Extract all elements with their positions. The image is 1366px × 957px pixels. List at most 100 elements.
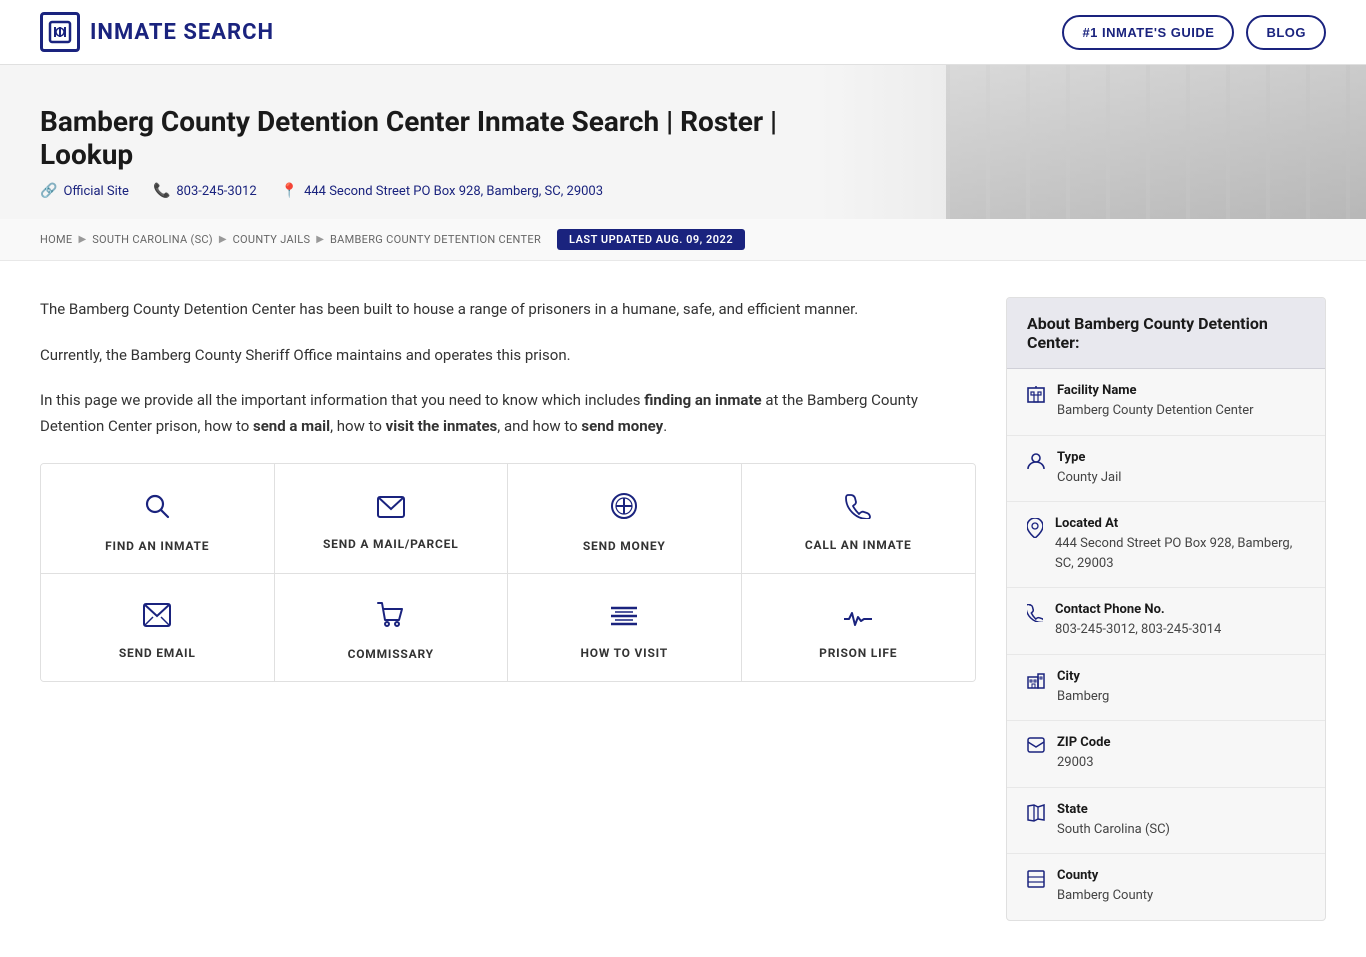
address-item: 📍 444 Second Street PO Box 928, Bamberg,… xyxy=(281,183,603,199)
action-call-inmate[interactable]: CALL AN INMATE xyxy=(742,464,976,574)
action-send-email[interactable]: SEND EMAIL xyxy=(41,574,275,681)
p3-bold4: send money xyxy=(581,417,663,435)
mail-icon xyxy=(377,495,405,525)
p3-before-bold1: In this page we provide all the importan… xyxy=(40,391,644,409)
type-value: County Jail xyxy=(1057,468,1121,488)
state-content: State South Carolina (SC) xyxy=(1057,802,1170,840)
city-label: City xyxy=(1057,669,1109,684)
location-icon: 📍 xyxy=(281,183,298,199)
phone-label: Contact Phone No. xyxy=(1055,602,1221,617)
p3-after-bold4: . xyxy=(663,417,667,435)
hero-meta: 🔗 Official Site 📞 803-245-3012 📍 444 Sec… xyxy=(40,183,1326,199)
sidebar-row-type: Type County Jail xyxy=(1007,436,1325,503)
intro-paragraph-3: In this page we provide all the importan… xyxy=(40,388,976,439)
link-icon: 🔗 xyxy=(40,183,57,199)
intro-paragraph-2: Currently, the Bamberg County Sheriff Of… xyxy=(40,343,976,369)
p3-between2-3: , how to xyxy=(330,417,386,435)
sidebar-phone-icon xyxy=(1027,604,1043,626)
type-label: Type xyxy=(1057,450,1121,465)
sidebar-row-location: Located At 444 Second Street PO Box 928,… xyxy=(1007,502,1325,588)
p3-bold3: visit the inmates xyxy=(386,417,498,435)
action-send-money[interactable]: SEND MONEY xyxy=(508,464,742,574)
county-icon xyxy=(1027,870,1045,892)
phone-call-icon xyxy=(845,493,871,526)
type-icon xyxy=(1027,452,1045,474)
find-inmate-label: FIND AN INMATE xyxy=(105,539,209,553)
sidebar-header: About Bamberg County Detention Center: xyxy=(1007,298,1325,369)
county-label: County xyxy=(1057,868,1153,883)
site-header: INMATE SEARCH #1 INMATE'S GUIDE BLOG xyxy=(0,0,1366,65)
breadcrumb: HOME ▶ SOUTH CAROLINA (SC) ▶ COUNTY JAIL… xyxy=(0,219,1366,261)
zip-label: ZIP Code xyxy=(1057,735,1111,750)
call-inmate-label: CALL AN INMATE xyxy=(805,538,912,552)
prison-life-label: PRISON LIFE xyxy=(819,646,897,660)
action-how-to-visit[interactable]: HOW TO VISIT xyxy=(508,574,742,681)
about-card: About Bamberg County Detention Center: F… xyxy=(1006,297,1326,921)
page-title: Bamberg County Detention Center Inmate S… xyxy=(40,105,860,171)
p3-bold2: send a mail xyxy=(253,417,330,435)
location-value: 444 Second Street PO Box 928, Bamberg, S… xyxy=(1055,534,1305,573)
zip-content: ZIP Code 29003 xyxy=(1057,735,1111,773)
main-container: The Bamberg County Detention Center has … xyxy=(0,261,1366,957)
intro-paragraph-1: The Bamberg County Detention Center has … xyxy=(40,297,976,323)
zip-value: 29003 xyxy=(1057,753,1111,773)
blog-button[interactable]: BLOG xyxy=(1246,15,1326,50)
zip-icon xyxy=(1027,737,1045,757)
site-logo[interactable]: INMATE SEARCH xyxy=(40,12,274,52)
facility-name-label: Facility Name xyxy=(1057,383,1254,398)
breadcrumb-county-jails[interactable]: COUNTY JAILS xyxy=(233,233,311,246)
send-email-label: SEND EMAIL xyxy=(119,646,196,660)
city-icon xyxy=(1027,671,1045,693)
last-updated-badge: LAST UPDATED AUG. 09, 2022 xyxy=(557,229,745,250)
address-label: 444 Second Street PO Box 928, Bamberg, S… xyxy=(304,184,603,199)
official-site-link[interactable]: 🔗 Official Site xyxy=(40,183,129,199)
building-icon xyxy=(1027,385,1045,407)
action-commissary[interactable]: COMMISSARY xyxy=(275,574,509,681)
sidebar-row-facility: Facility Name Bamberg County Detention C… xyxy=(1007,369,1325,436)
phone-value: 803-245-3012, 803-245-3014 xyxy=(1055,620,1221,640)
phone-link[interactable]: 📞 803-245-3012 xyxy=(153,183,257,199)
location-pin-icon xyxy=(1027,518,1043,542)
phone-label: 803-245-3012 xyxy=(176,184,256,199)
p3-between3-4: , and how to xyxy=(497,417,581,435)
sidebar: About Bamberg County Detention Center: F… xyxy=(1006,297,1326,921)
logo-text: INMATE SEARCH xyxy=(90,20,274,45)
cart-icon xyxy=(377,602,405,635)
breadcrumb-sc[interactable]: SOUTH CAROLINA (SC) xyxy=(92,233,213,246)
city-value: Bamberg xyxy=(1057,687,1109,707)
list-icon xyxy=(611,604,637,634)
breadcrumb-home[interactable]: HOME xyxy=(40,233,72,246)
facility-name-content: Facility Name Bamberg County Detention C… xyxy=(1057,383,1254,421)
guide-button[interactable]: #1 INMATE'S GUIDE xyxy=(1062,15,1234,50)
action-grid: FIND AN INMATE SEND A MAIL/PARCEL xyxy=(40,463,976,682)
email-icon xyxy=(143,603,171,634)
location-label: Located At xyxy=(1055,516,1305,531)
county-value: Bamberg County xyxy=(1057,886,1153,906)
state-label: State xyxy=(1057,802,1170,817)
sidebar-body: Facility Name Bamberg County Detention C… xyxy=(1007,369,1325,920)
breadcrumb-sep-1: ▶ xyxy=(78,234,86,245)
breadcrumb-sep-2: ▶ xyxy=(219,234,227,245)
state-value: South Carolina (SC) xyxy=(1057,820,1170,840)
sidebar-row-phone: Contact Phone No. 803-245-3012, 803-245-… xyxy=(1007,588,1325,655)
breadcrumb-facility: BAMBERG COUNTY DETENTION CENTER xyxy=(330,233,541,246)
facility-name-value: Bamberg County Detention Center xyxy=(1057,401,1254,421)
action-find-inmate[interactable]: FIND AN INMATE xyxy=(41,464,275,574)
how-to-visit-label: HOW TO VISIT xyxy=(580,646,668,660)
sidebar-row-county: County Bamberg County xyxy=(1007,854,1325,920)
action-prison-life[interactable]: PRISON LIFE xyxy=(742,574,976,681)
commissary-label: COMMISSARY xyxy=(348,647,434,661)
sidebar-row-state: State South Carolina (SC) xyxy=(1007,788,1325,855)
sidebar-row-city: City Bamberg xyxy=(1007,655,1325,722)
official-site-label: Official Site xyxy=(63,184,129,199)
money-icon xyxy=(610,492,638,527)
location-content: Located At 444 Second Street PO Box 928,… xyxy=(1055,516,1305,573)
hero-section: Bamberg County Detention Center Inmate S… xyxy=(0,65,1366,219)
phone-icon: 📞 xyxy=(153,183,170,199)
logo-icon xyxy=(40,12,80,52)
breadcrumb-sep-3: ▶ xyxy=(316,234,324,245)
type-content: Type County Jail xyxy=(1057,450,1121,488)
map-icon xyxy=(1027,804,1045,826)
action-send-mail[interactable]: SEND A MAIL/PARCEL xyxy=(275,464,509,574)
phone-content: Contact Phone No. 803-245-3012, 803-245-… xyxy=(1055,602,1221,640)
